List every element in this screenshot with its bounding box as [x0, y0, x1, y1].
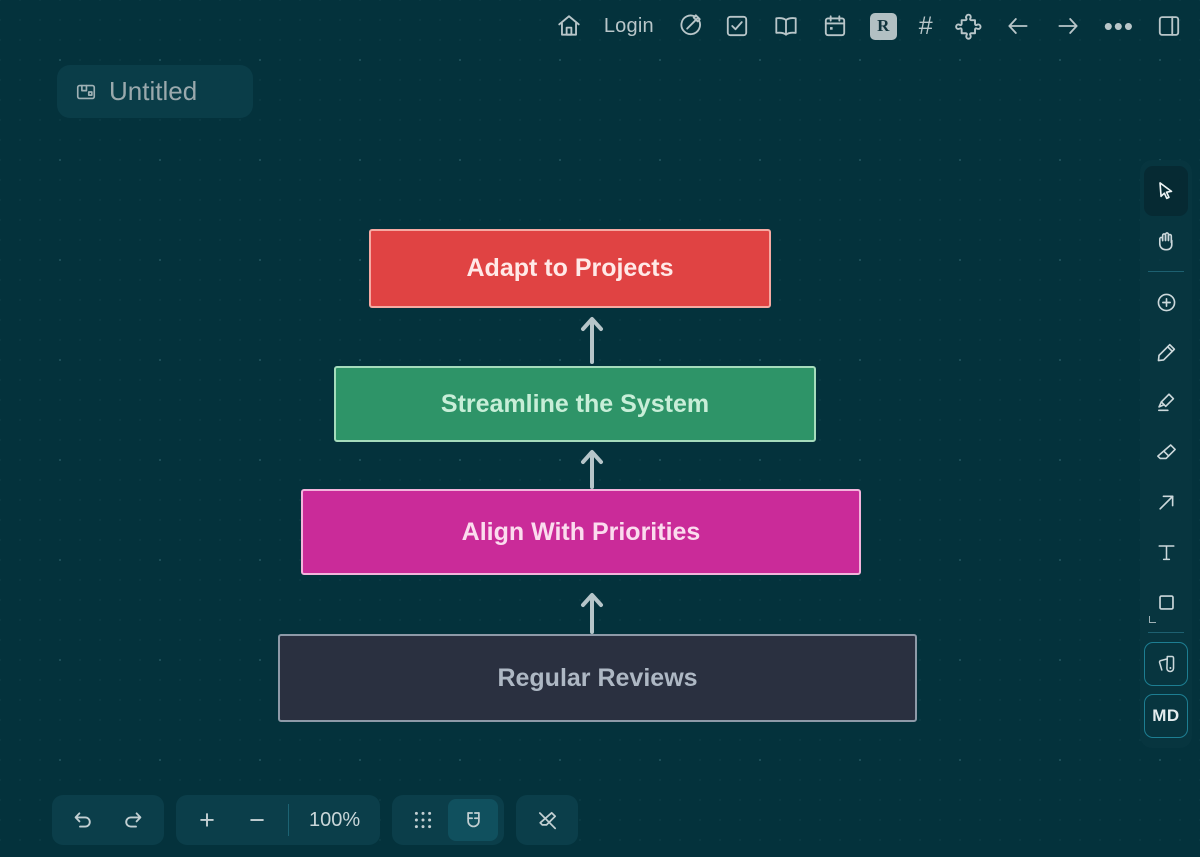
laser-pointer-off[interactable] [522, 799, 572, 841]
zoom-group: + − 100% [176, 795, 381, 845]
history-group [52, 795, 164, 845]
hand-pan-tool[interactable] [1144, 216, 1188, 266]
text-tool[interactable] [1144, 527, 1188, 577]
eraser-tool[interactable] [1144, 427, 1188, 477]
magnet-snap-toggle[interactable] [448, 799, 499, 841]
node-label: Adapt to Projects [466, 254, 674, 282]
laser-group [516, 795, 579, 845]
shape-tool[interactable] [1144, 577, 1188, 627]
edge-arrow-reviews-to-align [572, 590, 612, 634]
toolbar-divider [1148, 271, 1184, 272]
back-arrow-icon[interactable] [1004, 9, 1032, 43]
node-adapt-to-projects[interactable]: Adapt to Projects [369, 229, 771, 308]
puzzle-icon[interactable] [954, 9, 982, 43]
undo-button[interactable] [58, 799, 108, 841]
theme-palette-button[interactable] [1144, 642, 1188, 686]
node-label: Regular Reviews [497, 663, 698, 692]
edge-arrow-align-to-streamline [572, 447, 612, 489]
select-tool[interactable] [1144, 166, 1188, 216]
grid-toggle[interactable] [398, 799, 448, 841]
hash-icon[interactable]: # [919, 9, 933, 43]
document-title-chip[interactable]: Untitled [57, 65, 253, 118]
node-label: Align With Priorities [461, 517, 701, 546]
pen-draw-icon[interactable] [676, 9, 702, 43]
markdown-label: MD [1152, 706, 1180, 725]
shape-corner-marker [1149, 616, 1156, 623]
app-root: Login R # ••• Untitled Adapt to Projects… [0, 0, 1200, 857]
pen-tool[interactable] [1144, 327, 1188, 377]
forward-arrow-icon[interactable] [1054, 9, 1082, 43]
home-icon[interactable] [556, 9, 582, 43]
sidebar-toggle-icon[interactable] [1156, 9, 1182, 43]
task-check-icon[interactable] [724, 9, 750, 43]
node-label: Streamline the System [440, 389, 710, 418]
redo-button[interactable] [108, 799, 158, 841]
node-regular-reviews[interactable]: Regular Reviews [278, 634, 917, 722]
zoom-out-button[interactable]: − [232, 799, 282, 841]
document-title: Untitled [109, 76, 198, 106]
login-link[interactable]: Login [604, 9, 654, 43]
top-navbar: Login R # ••• [0, 0, 1200, 52]
edge-arrow-streamline-to-adapt [572, 314, 612, 364]
node-align-with-priorities[interactable]: Align With Priorities [301, 489, 861, 575]
r-badge-label: R [869, 12, 897, 40]
more-options-icon[interactable]: ••• [1104, 9, 1134, 43]
toolbar-divider-lower [1148, 632, 1184, 633]
calendar-icon[interactable] [822, 9, 848, 43]
bottom-toolbar: + − 100% [52, 795, 579, 845]
add-node-tool[interactable] [1144, 277, 1188, 327]
zoom-in-button[interactable]: + [182, 799, 232, 841]
arrow-tool[interactable] [1144, 477, 1188, 527]
markdown-button[interactable]: MD [1144, 694, 1188, 738]
zoom-level-label[interactable]: 100% [295, 809, 374, 832]
diagram-canvas[interactable]: Adapt to Projects Streamline the System … [0, 0, 1200, 857]
canvas-options-group [392, 795, 505, 845]
zoom-divider [288, 804, 289, 836]
r-badge[interactable]: R [869, 9, 897, 43]
highlighter-tool[interactable] [1144, 377, 1188, 427]
save-disk-icon [75, 81, 97, 103]
node-streamline-the-system[interactable]: Streamline the System [334, 366, 816, 442]
tools-sidebar: MD [1140, 160, 1192, 748]
book-icon[interactable] [772, 9, 800, 43]
